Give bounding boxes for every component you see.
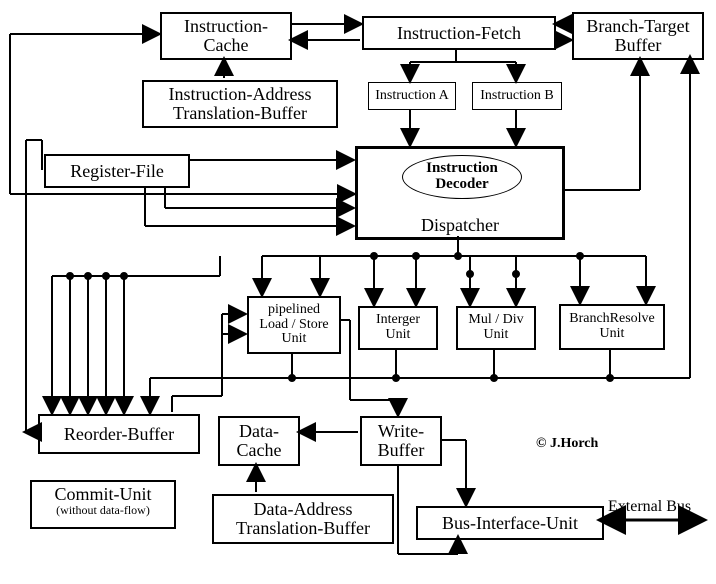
instruction-a: Instruction A: [368, 82, 456, 110]
bus-interface-unit: Bus-Interface-Unit: [416, 506, 604, 540]
reorder-buffer: Reorder-Buffer: [38, 414, 200, 454]
external-bus-label: External Bus: [608, 498, 691, 516]
register-file: Register-File: [44, 154, 190, 188]
instruction-decoder: Instruction Decoder: [402, 155, 522, 199]
write-buffer: Write- Buffer: [360, 416, 442, 466]
pipelined-load-store-unit: pipelined Load / Store Unit: [247, 296, 341, 354]
commit-unit-label: Commit-Unit: [32, 485, 174, 504]
instruction-address-translation-buffer: Instruction-Address Translation-Buffer: [142, 80, 338, 128]
instruction-fetch: Instruction-Fetch: [362, 16, 556, 50]
branch-resolve-unit: BranchResolve Unit: [559, 304, 665, 350]
data-address-translation-buffer: Data-Address Translation-Buffer: [212, 494, 394, 544]
instruction-cache: Instruction- Cache: [160, 12, 292, 60]
branch-target-buffer: Branch-Target Buffer: [572, 12, 704, 60]
data-cache: Data- Cache: [218, 416, 300, 466]
commit-unit: Commit-Unit (without data-flow): [30, 480, 176, 529]
dispatcher-label: Dispatcher: [358, 216, 562, 235]
instruction-b: Instruction B: [472, 82, 562, 110]
integer-unit: Interger Unit: [358, 306, 438, 350]
commit-unit-sublabel: (without data-flow): [32, 504, 174, 517]
credit: © J.Horch: [536, 436, 598, 452]
dispatcher-box: Instruction Decoder Dispatcher: [355, 146, 565, 240]
mul-div-unit: Mul / Div Unit: [456, 306, 536, 350]
